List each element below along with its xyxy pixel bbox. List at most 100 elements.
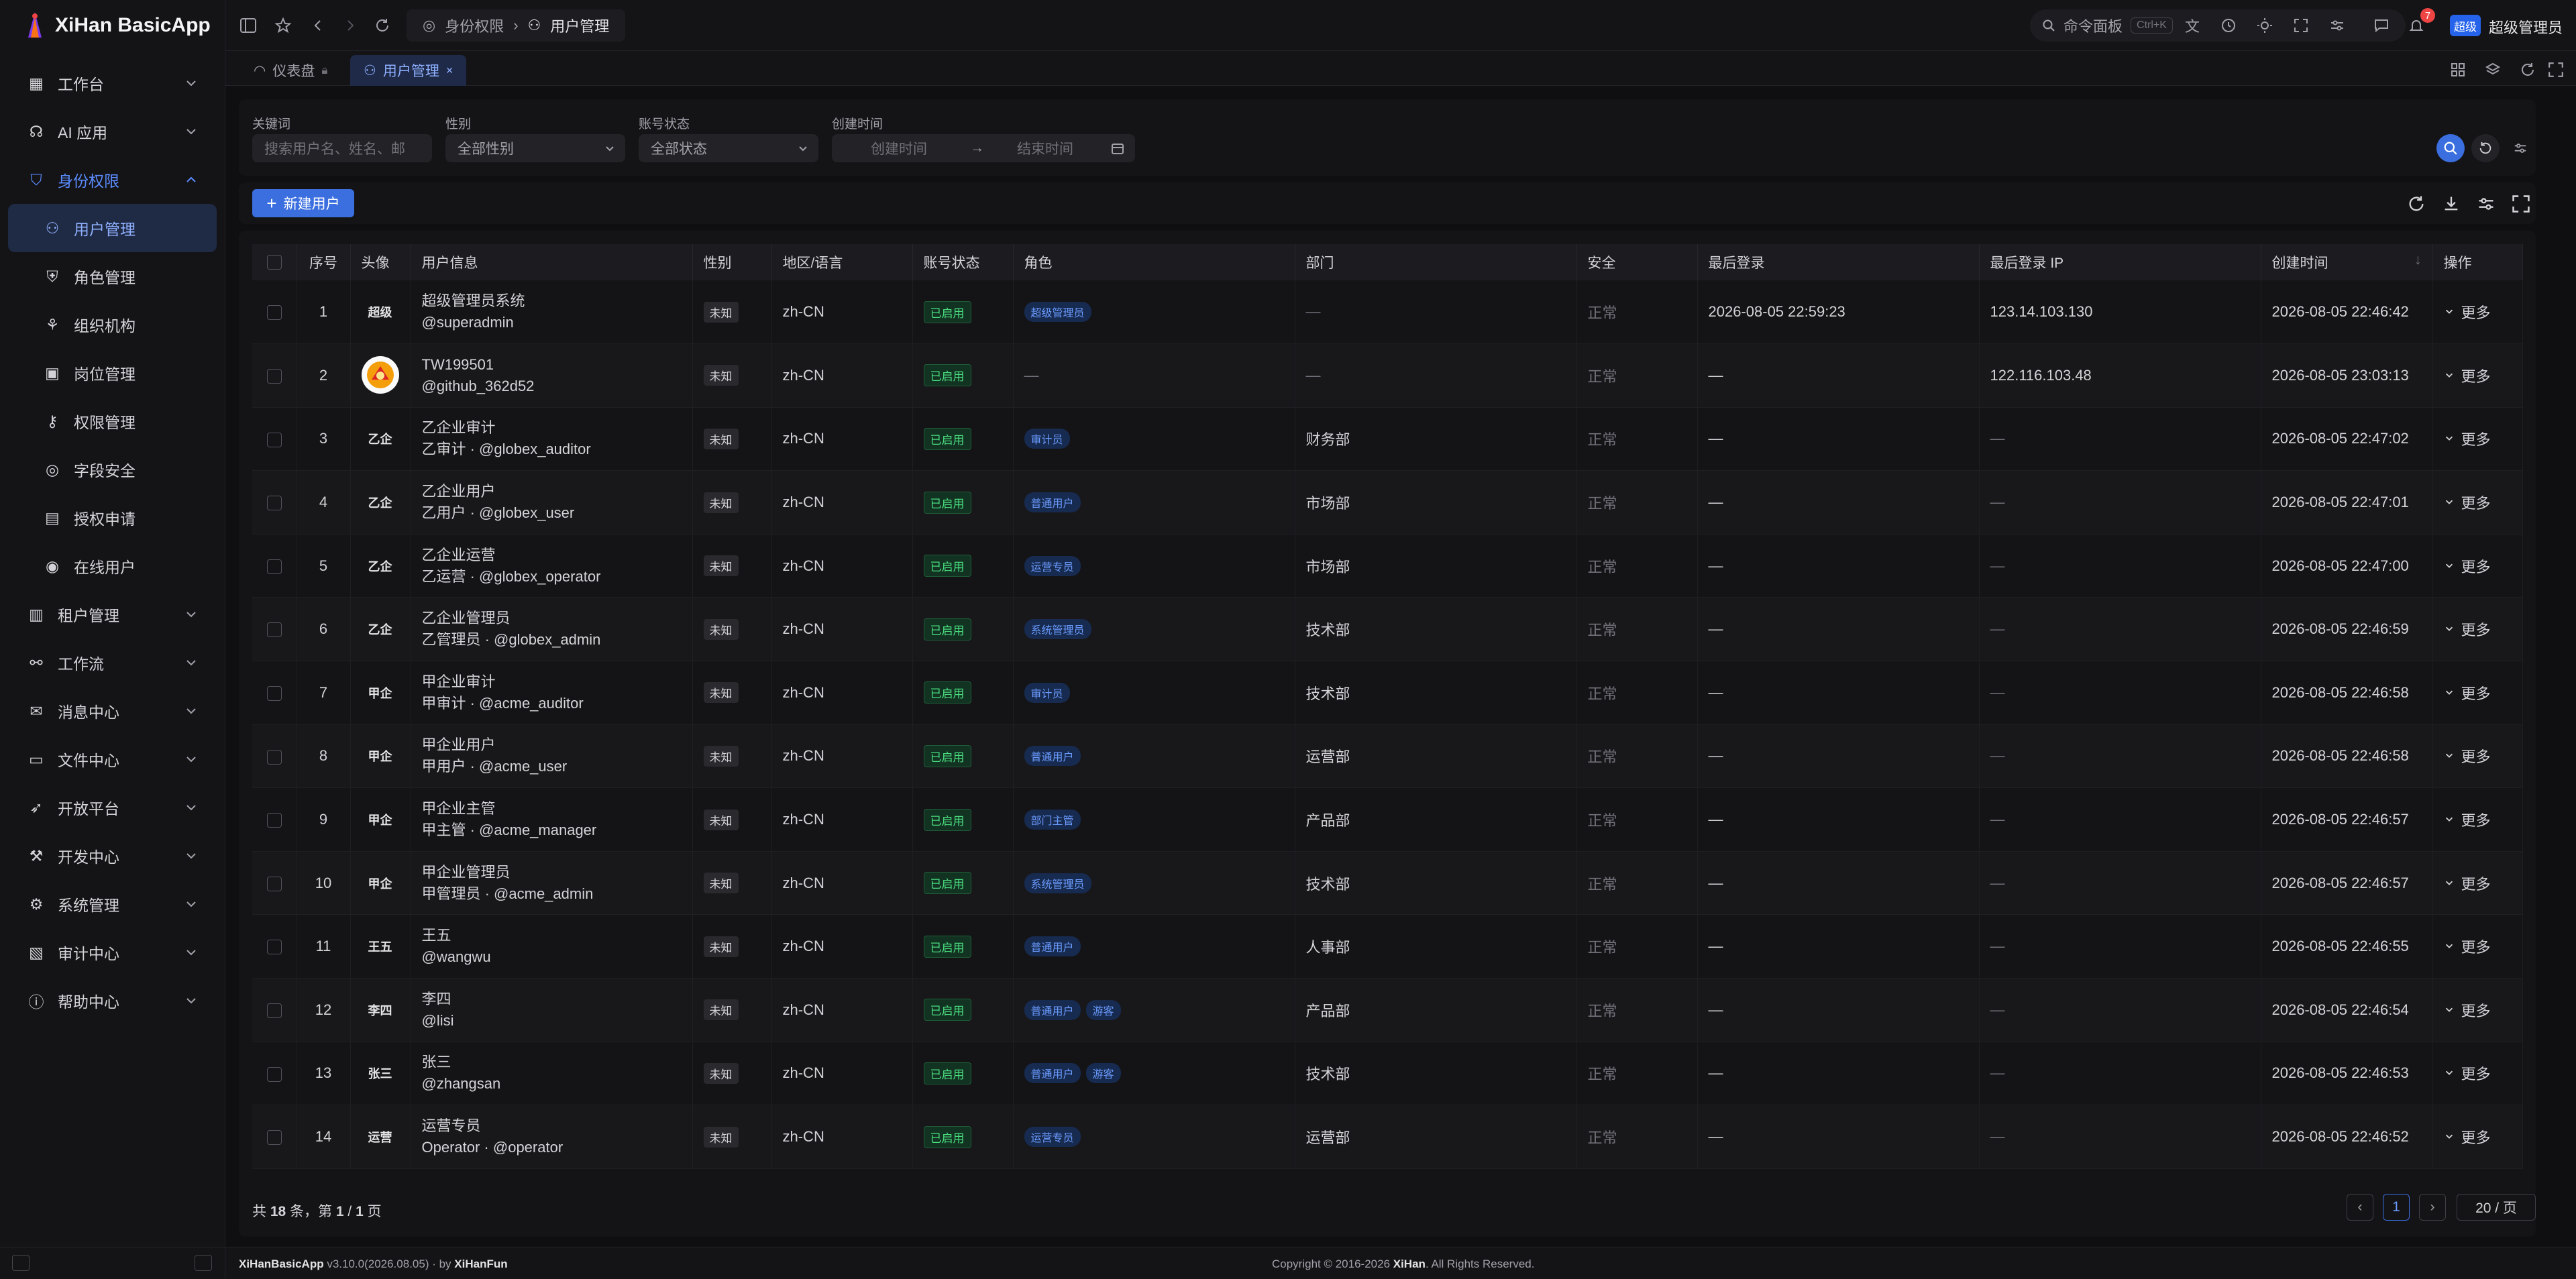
collapse-sidebar-icon[interactable] bbox=[12, 1255, 30, 1271]
row-checkbox[interactable] bbox=[266, 940, 282, 955]
more-button[interactable]: 更多 bbox=[2444, 936, 2491, 957]
sidebar-item[interactable]: ⚙ 系统管理 bbox=[8, 880, 217, 928]
table-row[interactable]: 6 乙企 乙企业管理员 乙管理员 · @globex_admin 未知 zh-CN 已启用 系… bbox=[252, 597, 2523, 662]
row-checkbox[interactable] bbox=[266, 369, 282, 384]
sidebar-item[interactable]: ◉ 在线用户 bbox=[8, 542, 217, 590]
clock-icon[interactable] bbox=[2219, 16, 2238, 35]
sidebar-item[interactable]: ▥ 租户管理 bbox=[8, 590, 217, 638]
more-button[interactable]: 更多 bbox=[2444, 365, 2491, 386]
sidebar-item[interactable]: ⛉ 身份权限 bbox=[8, 156, 217, 204]
sort-icon[interactable]: ↓ bbox=[2414, 252, 2422, 268]
refresh-icon[interactable] bbox=[373, 16, 392, 35]
sidebar-item[interactable]: ▦ 工作台 bbox=[8, 59, 217, 107]
sidebar-item[interactable]: ➶ 开放平台 bbox=[8, 783, 217, 832]
table-fullscreen-icon[interactable] bbox=[2512, 194, 2530, 213]
sidebar-item[interactable]: ⓘ 帮助中心 bbox=[8, 977, 217, 1025]
more-button[interactable]: 更多 bbox=[2444, 682, 2491, 704]
sidebar-item[interactable]: ◎ 字段安全 bbox=[8, 445, 217, 494]
created-end-input[interactable]: 结束时间 bbox=[1017, 138, 1073, 158]
prev-page-button[interactable]: ‹ bbox=[2347, 1194, 2373, 1221]
created-date-range[interactable]: 创建时间 → 结束时间 bbox=[832, 134, 1135, 162]
sidebar-item[interactable]: ☊ AI 应用 bbox=[8, 107, 217, 156]
row-checkbox[interactable] bbox=[266, 813, 282, 828]
chat-icon[interactable] bbox=[2372, 16, 2391, 35]
row-checkbox[interactable] bbox=[266, 496, 282, 511]
translate-icon[interactable]: 文 bbox=[2183, 16, 2202, 35]
sidebar-item[interactable]: ▤ 授权申请 bbox=[8, 494, 217, 542]
row-checkbox[interactable] bbox=[266, 1003, 282, 1019]
user-avatar[interactable]: 超级 bbox=[2450, 15, 2481, 36]
sidebar-item[interactable]: ✉ 消息中心 bbox=[8, 687, 217, 735]
reset-button[interactable] bbox=[2471, 134, 2500, 162]
table-row[interactable]: 4 乙企 乙企业用户 乙用户 · @globex_user 未知 zh-CN 已启用 普通用户… bbox=[252, 470, 2523, 535]
select-all-checkbox[interactable] bbox=[266, 255, 282, 270]
row-checkbox[interactable] bbox=[266, 559, 282, 574]
sidebar-item[interactable]: ⚒ 开发中心 bbox=[8, 832, 217, 880]
more-button[interactable]: 更多 bbox=[2444, 428, 2491, 449]
more-button[interactable]: 更多 bbox=[2444, 809, 2491, 830]
table-row[interactable]: 12 李四 李四 @lisi 未知 zh-CN 已启用 普通用户 游客 产品部 正常 — —2026-0… bbox=[252, 978, 2523, 1042]
star-icon[interactable] bbox=[274, 16, 292, 35]
tab-user-management[interactable]: ⚇ 用户管理 × bbox=[350, 55, 467, 86]
copyright-brand[interactable]: XiHan bbox=[1393, 1258, 1426, 1270]
column-settings-icon[interactable] bbox=[2477, 194, 2496, 213]
layers-icon[interactable] bbox=[2485, 62, 2501, 78]
row-checkbox[interactable] bbox=[266, 432, 282, 447]
sidebar-item[interactable]: ⚯ 工作流 bbox=[8, 638, 217, 687]
table-row[interactable]: 13 张三 张三 @zhangsan 未知 zh-CN 已启用 普通用户 游客 技术部 正常 — —20… bbox=[252, 1042, 2523, 1106]
grid-icon[interactable] bbox=[2450, 62, 2466, 78]
forward-icon[interactable] bbox=[341, 16, 360, 35]
table-row[interactable]: 3 乙企 乙企业审计 乙审计 · @globex_auditor 未知 zh-CN 已启用 审… bbox=[252, 407, 2523, 471]
download-icon[interactable] bbox=[2442, 194, 2461, 213]
new-user-button[interactable]: + 新建用户 bbox=[252, 189, 354, 217]
table-row[interactable]: 9 甲企 甲企业主管 甲主管 · @acme_manager 未知 zh-CN 已启用 部门主… bbox=[252, 787, 2523, 852]
sidebar-toggle-icon[interactable] bbox=[239, 16, 258, 35]
breadcrumb-item[interactable]: 身份权限 bbox=[445, 15, 504, 36]
close-icon[interactable]: × bbox=[446, 64, 453, 78]
tab-maximize-icon[interactable] bbox=[2548, 62, 2564, 78]
sidebar-item[interactable]: ▣ 岗位管理 bbox=[8, 349, 217, 397]
table-row[interactable]: 2 TW199501 @github_362d52 未知 zh-CN 已启用 — — 正常 — 12… bbox=[252, 343, 2523, 408]
tab-dashboard[interactable]: ◠ 仪表盘 🔒︎ bbox=[240, 55, 341, 86]
table-refresh-icon[interactable] bbox=[2407, 194, 2426, 213]
created-start-input[interactable]: 创建时间 bbox=[871, 138, 927, 158]
row-checkbox[interactable] bbox=[266, 876, 282, 891]
more-button[interactable]: 更多 bbox=[2444, 745, 2491, 767]
tab-refresh-icon[interactable] bbox=[2520, 62, 2536, 78]
table-row[interactable]: 1 超级 超级管理员系统 @superadmin 未知 zh-CN 已启用 超级管理员 — 正常 2… bbox=[252, 280, 2523, 345]
brand[interactable]: XiHan BasicApp bbox=[0, 0, 225, 51]
table-row[interactable]: 5 乙企 乙企业运营 乙运营 · @globex_operator 未知 zh-CN 已启用… bbox=[252, 534, 2523, 598]
search-button[interactable] bbox=[2436, 134, 2465, 162]
row-checkbox[interactable] bbox=[266, 305, 282, 321]
row-checkbox[interactable] bbox=[266, 686, 282, 702]
next-page-button[interactable]: › bbox=[2419, 1194, 2446, 1221]
sun-icon[interactable] bbox=[2255, 16, 2274, 35]
fullscreen-icon[interactable] bbox=[2292, 16, 2310, 35]
page-button-current[interactable]: 1 bbox=[2383, 1194, 2410, 1221]
back-icon[interactable] bbox=[309, 16, 327, 35]
row-checkbox[interactable] bbox=[266, 1066, 282, 1082]
more-button[interactable]: 更多 bbox=[2444, 1062, 2491, 1084]
filter-settings-button[interactable] bbox=[2506, 134, 2534, 162]
table-row[interactable]: 14 运营 运营专员 Operator · @operator 未知 zh-CN 已启用 运营… bbox=[252, 1105, 2523, 1169]
sidebar-item[interactable]: ⚷ 权限管理 bbox=[8, 397, 217, 445]
more-button[interactable]: 更多 bbox=[2444, 999, 2491, 1021]
sidebar-item[interactable]: ⚘ 组织机构 bbox=[8, 300, 217, 349]
command-palette-button[interactable]: 命令面板 Ctrl+K bbox=[2030, 9, 2406, 42]
sidebar-item[interactable]: ▧ 审计中心 bbox=[8, 928, 217, 977]
table-row[interactable]: 10 甲企 甲企业管理员 甲管理员 · @acme_admin 未知 zh-CN 已启用 系统… bbox=[252, 851, 2523, 915]
row-checkbox[interactable] bbox=[266, 1130, 282, 1146]
row-checkbox[interactable] bbox=[266, 749, 282, 765]
row-checkbox[interactable] bbox=[266, 622, 282, 638]
more-button[interactable]: 更多 bbox=[2444, 873, 2491, 894]
table-row[interactable]: 11 王五 王五 @wangwu 未知 zh-CN 已启用 普通用户 人事部 正常 — —2026-0… bbox=[252, 914, 2523, 979]
keyword-input[interactable]: 搜索用户名、姓名、邮 bbox=[252, 134, 432, 162]
more-button[interactable]: 更多 bbox=[2444, 618, 2491, 640]
more-button[interactable]: 更多 bbox=[2444, 492, 2491, 513]
table-row[interactable]: 8 甲企 甲企业用户 甲用户 · @acme_user 未知 zh-CN 已启用 普通用户 运营… bbox=[252, 724, 2523, 789]
status-select[interactable]: 全部状态 bbox=[639, 134, 818, 162]
settings-sliders-icon[interactable] bbox=[2328, 16, 2347, 35]
user-name[interactable]: 超级管理员 bbox=[2489, 16, 2563, 38]
page-size-select[interactable]: 20 / 页 bbox=[2457, 1194, 2536, 1221]
more-button[interactable]: 更多 bbox=[2444, 301, 2491, 323]
